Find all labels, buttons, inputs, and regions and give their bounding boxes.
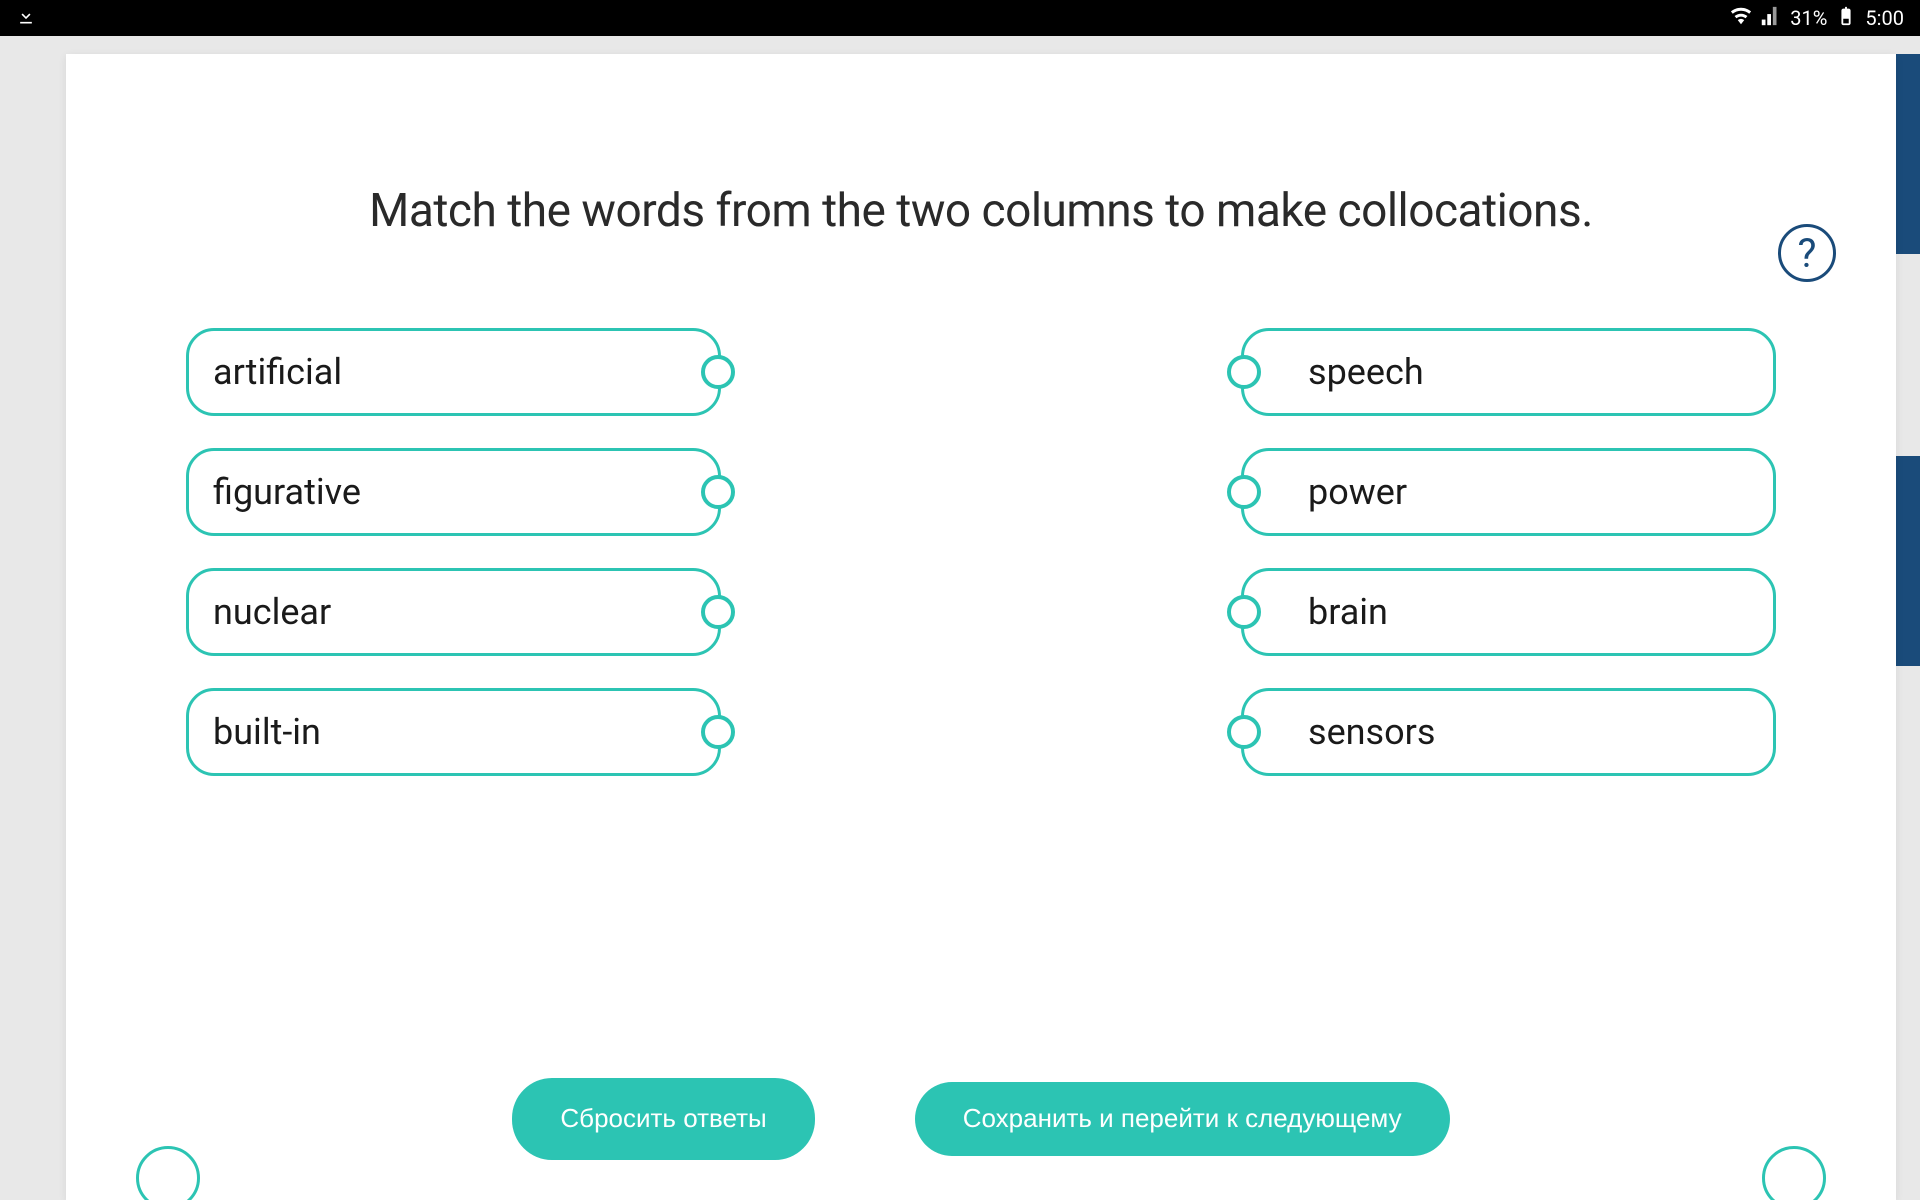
word-label: nuclear — [213, 591, 331, 633]
help-button[interactable]: ? — [1778, 224, 1836, 282]
question-title: Match the words from the two columns to … — [66, 54, 1896, 238]
signal-icon — [1760, 5, 1782, 32]
download-icon — [16, 6, 36, 31]
word-label: sensors — [1308, 711, 1435, 753]
connector-icon[interactable] — [1227, 355, 1261, 389]
status-left — [16, 6, 36, 31]
word-label: built-in — [213, 711, 321, 753]
status-right: 31% 5:00 — [1730, 5, 1904, 32]
save-next-button[interactable]: Сохранить и перейти к следующему — [915, 1082, 1450, 1156]
word-item-left-3[interactable]: built-in — [186, 688, 721, 776]
battery-percent: 31% — [1790, 6, 1827, 30]
word-label: speech — [1308, 351, 1424, 393]
columns-container: artificial figurative nuclear built-in — [66, 238, 1896, 776]
main-container: Match the words from the two columns to … — [0, 36, 1920, 1200]
connector-icon[interactable] — [701, 595, 735, 629]
word-label: brain — [1308, 591, 1388, 633]
word-item-left-0[interactable]: artificial — [186, 328, 721, 416]
word-item-left-2[interactable]: nuclear — [186, 568, 721, 656]
word-label: figurative — [213, 471, 361, 513]
wifi-icon — [1730, 5, 1752, 32]
word-item-right-1[interactable]: power — [1241, 448, 1776, 536]
status-bar: 31% 5:00 — [0, 0, 1920, 36]
word-label: power — [1308, 471, 1407, 513]
content-card: Match the words from the two columns to … — [66, 54, 1896, 1200]
battery-icon — [1835, 5, 1857, 32]
word-label: artificial — [213, 351, 342, 393]
status-time: 5:00 — [1865, 6, 1904, 30]
connector-icon[interactable] — [1227, 715, 1261, 749]
connector-icon[interactable] — [1227, 475, 1261, 509]
word-item-right-3[interactable]: sensors — [1241, 688, 1776, 776]
connector-icon[interactable] — [701, 475, 735, 509]
word-item-left-1[interactable]: figurative — [186, 448, 721, 536]
left-column: artificial figurative nuclear built-in — [186, 328, 721, 776]
right-column: speech power brain sensors — [1241, 328, 1776, 776]
button-row: Сбросить ответы Сохранить и перейти к сл… — [66, 1078, 1896, 1160]
connector-icon[interactable] — [701, 715, 735, 749]
reset-button[interactable]: Сбросить ответы — [512, 1078, 814, 1160]
connector-icon[interactable] — [1227, 595, 1261, 629]
word-item-right-2[interactable]: brain — [1241, 568, 1776, 656]
connector-icon[interactable] — [701, 355, 735, 389]
word-item-right-0[interactable]: speech — [1241, 328, 1776, 416]
